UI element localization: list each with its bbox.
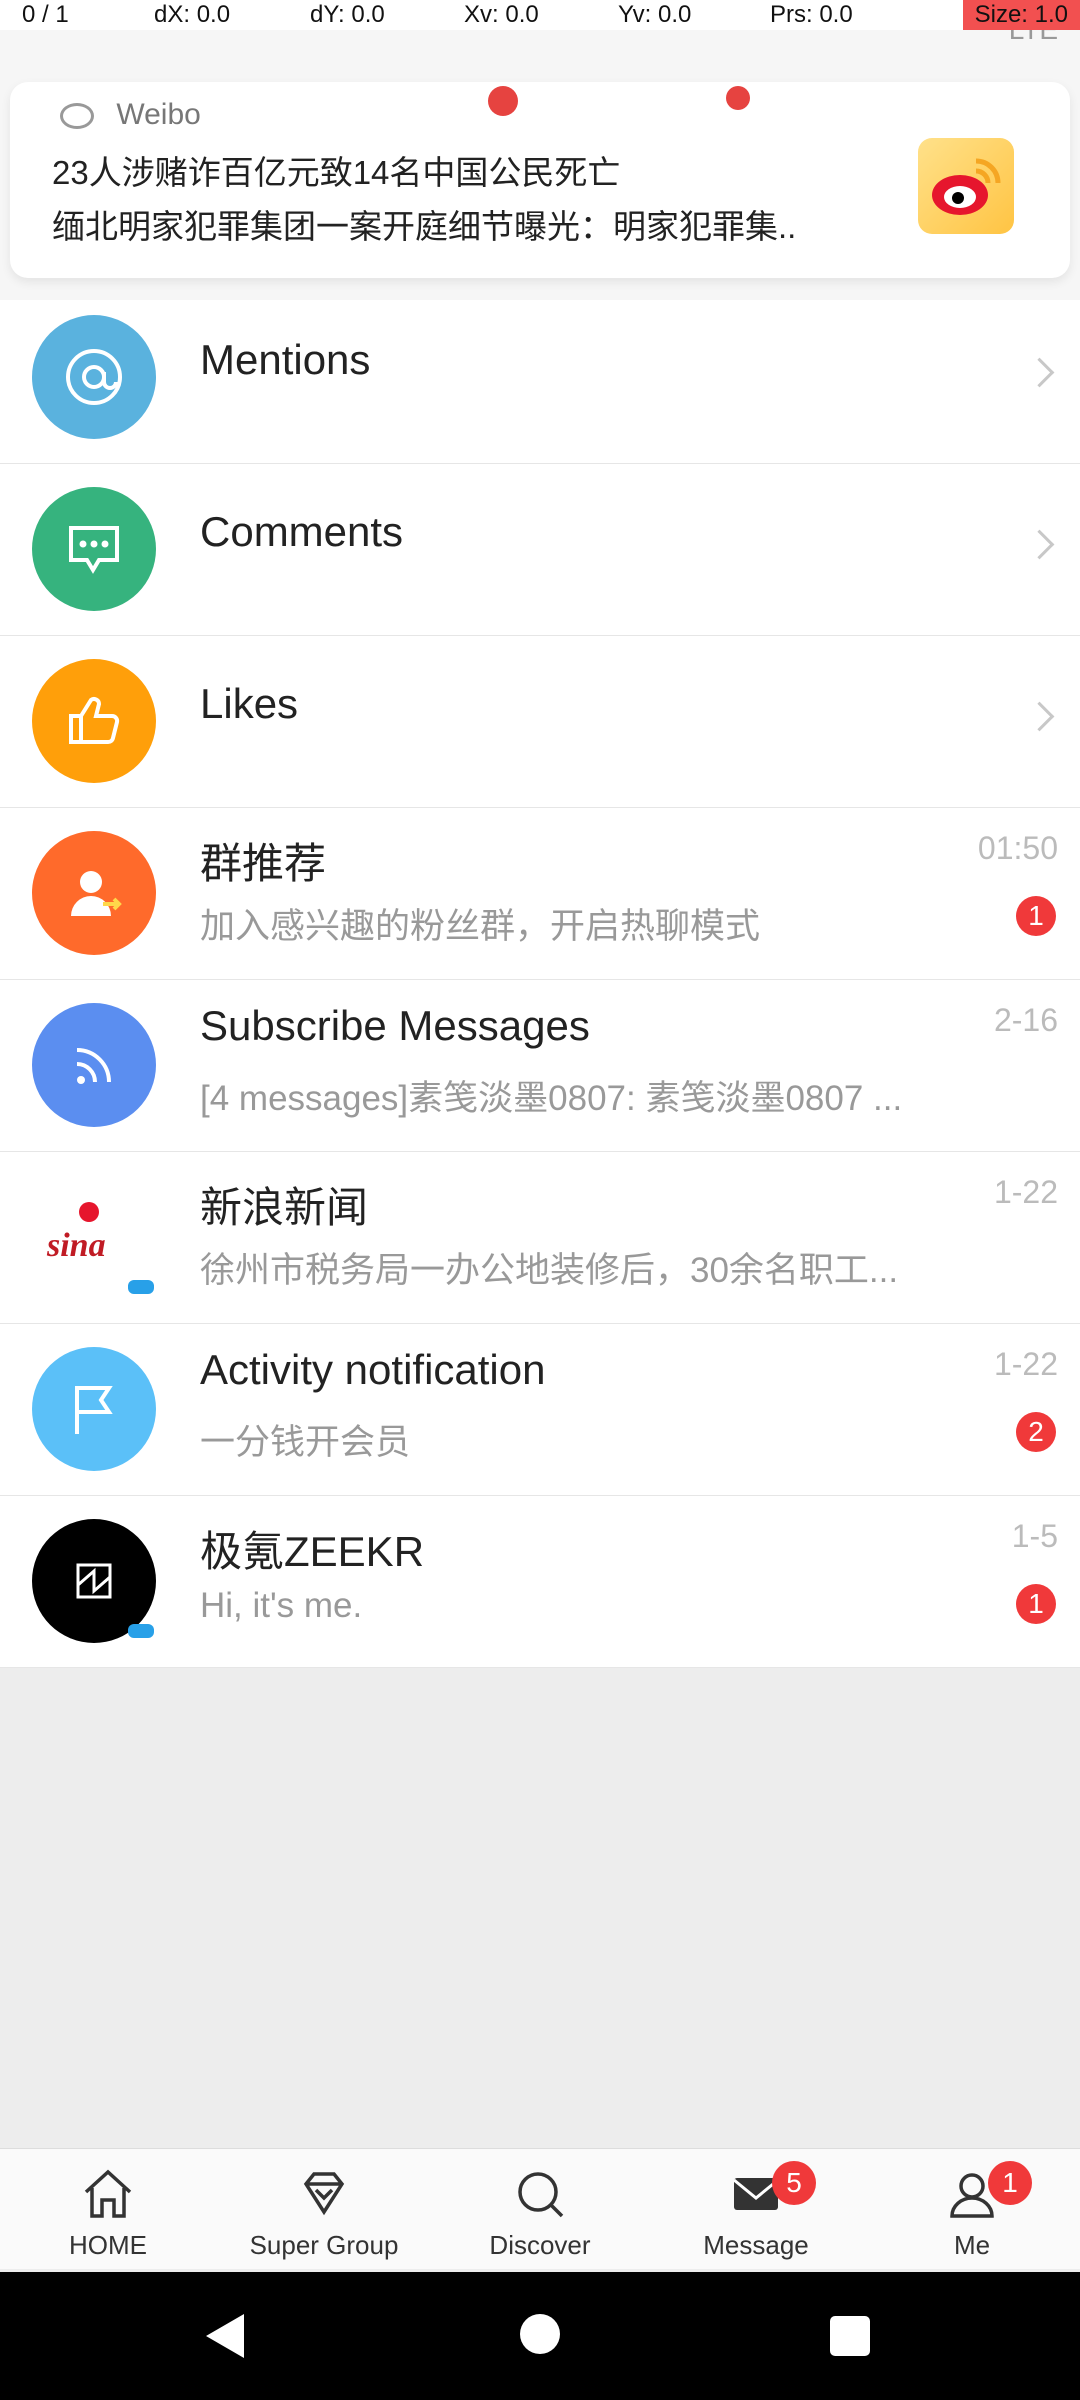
weibo-icon [918, 138, 1014, 234]
unread-badge: 1 [1016, 1584, 1056, 1624]
home-button-icon[interactable] [520, 2314, 560, 2354]
system-nav-bar [0, 2272, 1080, 2400]
notification-headline: 23人涉赌诈百亿元致14名中国公民死亡 [52, 154, 621, 191]
verified-badge [128, 1624, 154, 1638]
dy-readout: dY: 0.0 [310, 1, 385, 28]
me-count-badge: 1 [988, 2161, 1032, 2205]
item-time: 01:50 [977, 830, 1058, 866]
item-time: 1-22 [993, 1174, 1058, 1210]
tab-label: Message [703, 2230, 809, 2260]
item-title: Activity notification [200, 1346, 546, 1393]
chevron-right-icon [1024, 357, 1055, 388]
weibo-notification-card[interactable]: Weibo 23人涉赌诈百亿元致14名中国公民死亡 缅北明家犯罪集团一案开庭细节… [10, 82, 1070, 278]
item-title: Subscribe Messages [200, 1002, 590, 1049]
list-item-comments[interactable]: Comments [0, 464, 1080, 636]
item-subtitle: 加入感兴趣的粉丝群，开启热聊模式 [200, 907, 761, 946]
message-count-badge: 5 [772, 2161, 816, 2205]
list-item-likes[interactable]: Likes [0, 636, 1080, 808]
xv-readout: Xv: 0.0 [464, 1, 539, 28]
notification-body: 缅北明家犯罪集团一案开庭细节曝光：明家犯罪集.. [52, 208, 797, 245]
tab-label: Discover [489, 2230, 591, 2260]
list-item-zeekr[interactable]: 极氪ZEEKR Hi, it's me. 1-5 1 [0, 1496, 1080, 1668]
verified-badge [128, 1280, 154, 1294]
home-icon [84, 2169, 132, 2218]
item-title: 极氪ZEEKR [200, 1528, 425, 1575]
at-icon [32, 315, 156, 439]
tab-label: HOME [69, 2230, 147, 2260]
svg-text:sina: sina [46, 1227, 106, 1264]
search-icon [518, 2172, 564, 2218]
pointer-debug-bar: 0 / 1 dX: 0.0 dY: 0.0 Xv: 0.0 Yv: 0.0 Pr… [0, 0, 1080, 30]
group-recommend-icon [32, 831, 156, 955]
item-title: Comments [200, 508, 404, 555]
weibo-small-icon [60, 103, 94, 130]
tab-super-group[interactable]: Super Group [216, 2149, 432, 2269]
list-item-subscribe-messages[interactable]: Subscribe Messages [4 messages]素笺淡墨0807:… [0, 980, 1080, 1152]
item-subtitle: Hi, it's me. [200, 1586, 363, 1625]
tab-home[interactable]: HOME [0, 2149, 216, 2269]
item-time: 2-16 [993, 1002, 1058, 1038]
list-item-group-recommend[interactable]: 群推荐 加入感兴趣的粉丝群，开启热聊模式 01:50 1 [0, 808, 1080, 980]
prs-readout: Prs: 0.0 [770, 1, 853, 28]
chat-bubble-icon [32, 487, 156, 611]
notification-app-name: Weibo [116, 98, 201, 131]
back-icon[interactable] [206, 2314, 244, 2358]
tab-message[interactable]: Message 5 [648, 2149, 864, 2269]
tab-discover[interactable]: Discover [432, 2149, 648, 2269]
pointer-count: 0 / 1 [22, 1, 69, 28]
rss-icon [32, 1003, 156, 1127]
list-item-activity-notification[interactable]: Activity notification 一分钱开会员 1-22 2 [0, 1324, 1080, 1496]
item-time: 1-5 [1011, 1518, 1058, 1554]
chevron-right-icon [1024, 701, 1055, 732]
tab-label: Super Group [249, 2230, 399, 2260]
item-subtitle: [4 messages]素笺淡墨0807: 素笺淡墨0807 ... [200, 1079, 903, 1118]
bottom-tab-bar: HOME Super Group Discover Message 5 Me 1 [0, 2148, 1080, 2269]
diamond-icon [303, 2172, 345, 2216]
tab-me[interactable]: Me 1 [864, 2149, 1080, 2269]
item-subtitle: 一分钱开会员 [200, 1423, 411, 1462]
item-title: Mentions [200, 336, 371, 383]
tab-label: Me [953, 2230, 991, 2260]
unread-badge: 1 [1016, 896, 1056, 936]
notification-dot [726, 86, 750, 110]
thumbs-up-icon [32, 659, 156, 783]
notification-app-header: Weibo [60, 98, 201, 132]
notification-dot [488, 86, 518, 116]
list-item-mentions[interactable]: Mentions [0, 292, 1080, 464]
notification-shade: LTE Weibo 23人涉赌诈百亿元致14名中国公民死亡 缅北明家犯罪集团一案… [0, 0, 1080, 300]
item-title: 新浪新闻 [200, 1184, 369, 1231]
dx-readout: dX: 0.0 [154, 1, 231, 28]
item-title: Likes [200, 680, 299, 727]
size-readout: Size: 1.0 [962, 0, 1080, 30]
message-list: Mentions Comments Likes 群推荐 加入感兴趣的粉丝群，开启… [0, 292, 1080, 1668]
recent-apps-icon[interactable] [830, 2316, 870, 2356]
flag-icon [32, 1347, 156, 1471]
unread-badge: 2 [1016, 1412, 1056, 1452]
chevron-right-icon [1024, 529, 1055, 560]
item-title: 群推荐 [200, 840, 327, 887]
list-item-sina-news[interactable]: sina 新浪新闻 徐州市税务局一办公地装修后，30余名职工... 1-22 [0, 1152, 1080, 1324]
item-subtitle: 徐州市税务局一办公地装修后，30余名职工... [200, 1251, 899, 1290]
yv-readout: Yv: 0.0 [618, 1, 692, 28]
item-time: 1-22 [993, 1346, 1058, 1382]
